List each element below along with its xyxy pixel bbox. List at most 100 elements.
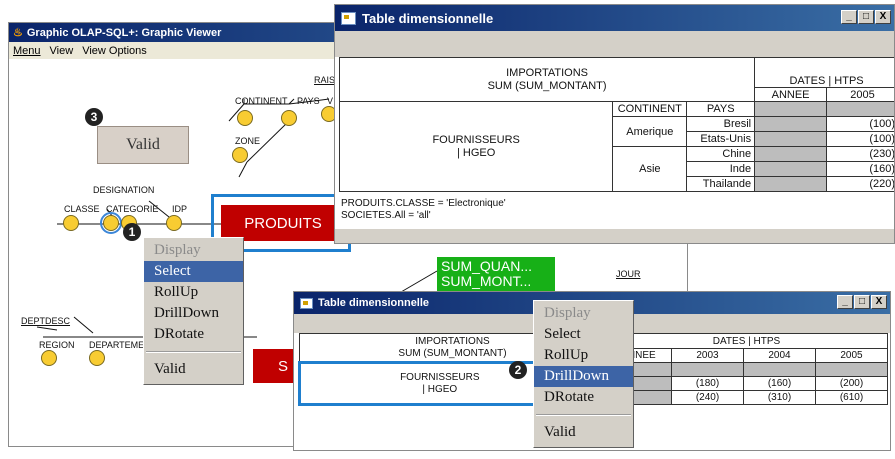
table1-pays-cell: Bresil	[686, 116, 756, 132]
table1-grid: IMPORTATIONS SUM (SUM_MONTANT) DATES | H…	[338, 57, 894, 192]
minimize-button[interactable]: _	[837, 295, 853, 309]
context-menu-1: Display Select RollUp DrillDown DRotate …	[143, 237, 244, 385]
node-classe[interactable]	[63, 215, 79, 231]
table2-value-cell: (180)	[671, 376, 744, 391]
measure-sum-quan: SUM_QUAN...	[441, 258, 533, 274]
label-rais: RAIS	[314, 75, 336, 85]
label-region: REGION	[39, 340, 75, 350]
viewer-valid-box[interactable]: Valid	[97, 126, 189, 164]
step-badge-1: 1	[123, 223, 141, 241]
table1-empty-cell	[754, 131, 828, 147]
table1-toolbar-area	[335, 31, 894, 57]
node-departement[interactable]	[89, 350, 105, 366]
table1-pays-cell: Chine	[686, 146, 756, 162]
table1-value-cell: (100)	[826, 116, 894, 132]
table1-col-level: ANNEE	[754, 87, 828, 102]
label-deptdesc: DEPTDESC	[21, 316, 71, 326]
table2-year-2005: 2005	[815, 348, 888, 363]
menu2-rollup[interactable]: RollUp	[534, 345, 633, 366]
table1-rowhdr-continent: CONTINENT	[612, 101, 688, 117]
fact-produits[interactable]: PRODUITS	[221, 205, 345, 241]
table1-empty-cell	[754, 146, 828, 162]
table1-title: Table dimensionnelle	[362, 10, 494, 26]
maximize-button[interactable]: □	[854, 295, 870, 309]
menu-view[interactable]: View	[50, 45, 74, 57]
table1-title-bar[interactable]: Table dimensionnelle _ □ X	[335, 5, 894, 31]
measure-sum-mont: SUM_MONT...	[441, 273, 532, 289]
table2-year-2003: 2003	[671, 348, 744, 363]
menu2-drilldown[interactable]: DrillDown	[534, 366, 633, 387]
table2-value-cell: (610)	[815, 390, 888, 405]
table1-row-dim-hier: | HGEO	[457, 146, 496, 159]
table1-col-dim: DATES | HTPS	[754, 57, 894, 88]
window-icon	[300, 297, 313, 309]
node-region[interactable]	[41, 350, 57, 366]
maximize-button[interactable]: □	[858, 10, 874, 24]
table1-continent-amerique: Amerique	[612, 116, 688, 147]
table1-window-buttons: _ □ X	[841, 10, 891, 24]
table2-row-dim-name: FOURNISSEURS	[400, 371, 480, 383]
node-categorie-selected[interactable]	[100, 212, 122, 234]
table1-continent-asie: Asie	[612, 146, 688, 192]
table2-empty-cell	[671, 362, 744, 377]
table1-pays-cell: Inde	[686, 161, 756, 177]
table2-row-dim-hier: | HGEO	[422, 383, 458, 395]
label-designation: DESIGNATION	[93, 185, 155, 195]
context-menu-2: Display Select RollUp DrillDown DRotate …	[533, 300, 634, 448]
table2-value-cell: (160)	[743, 376, 816, 391]
table1-empty-cell	[754, 101, 828, 117]
node-idp[interactable]	[166, 215, 182, 231]
table2-year-2004: 2004	[743, 348, 816, 363]
table2-empty-cell	[743, 362, 816, 377]
menu1-select[interactable]: Select	[144, 261, 243, 282]
menu1-valid[interactable]: Valid	[144, 359, 243, 380]
table2-col-dim: DATES | HTPS	[605, 333, 888, 349]
table1-value-cell: (100)	[826, 131, 894, 147]
menu2-display: Display	[544, 305, 591, 321]
table2-fact: IMPORTATIONS	[415, 335, 490, 347]
viewer-title: Graphic OLAP-SQL+: Graphic Viewer	[26, 26, 222, 39]
menu1-drilldown[interactable]: DrillDown	[144, 303, 243, 324]
table1-pays-cell: Thailande	[686, 176, 756, 192]
close-button[interactable]: X	[875, 10, 891, 24]
menu2-select[interactable]: Select	[534, 324, 633, 345]
table2-value-cell: (310)	[743, 390, 816, 405]
minimize-button[interactable]: _	[841, 10, 857, 24]
menu1-separator	[146, 351, 241, 353]
table2-title: Table dimensionnelle	[318, 297, 430, 309]
table-window-1: Table dimensionnelle _ □ X IMPORTATIONS …	[334, 4, 895, 244]
close-button[interactable]: X	[871, 295, 887, 309]
menu1-drotate[interactable]: DRotate	[144, 324, 243, 345]
table1-pays-cell: Etats-Unis	[686, 131, 756, 147]
menu2-valid[interactable]: Valid	[534, 422, 633, 443]
table1-value-cell: (160)	[826, 161, 894, 177]
menu1-rollup[interactable]: RollUp	[144, 282, 243, 303]
label-departement: DEPARTEME	[89, 340, 145, 350]
node-pays[interactable]	[281, 110, 297, 126]
table1-value-cell: (220)	[826, 176, 894, 192]
table1-condition-2: SOCIETES.All = 'all'	[341, 210, 431, 221]
table1-condition-1: PRODUITS.CLASSE = 'Electronique'	[341, 198, 506, 209]
table1-measure: SUM (SUM_MONTANT)	[487, 79, 607, 92]
menu2-drotate[interactable]: DRotate	[534, 387, 633, 408]
table1-fact: IMPORTATIONS	[506, 66, 589, 79]
label-zone: ZONE	[235, 136, 261, 146]
menu-view-options[interactable]: View Options	[82, 45, 147, 57]
table2-measure: SUM (SUM_MONTANT)	[398, 347, 507, 359]
label-v: V	[327, 96, 334, 106]
table1-conditions: PRODUITS.CLASSE = 'Electronique' SOCIETE…	[341, 198, 506, 222]
table1-rowhdr-pays: PAYS	[686, 101, 756, 117]
label-categorie: CATEGORIE	[106, 204, 159, 214]
node-continent[interactable]	[237, 110, 253, 126]
table2-value-cell: (240)	[671, 390, 744, 405]
label-jour: JOUR	[616, 269, 641, 279]
node-zone[interactable]	[232, 147, 248, 163]
table2-value-cell: (200)	[815, 376, 888, 391]
table1-value-cell: (230)	[826, 146, 894, 162]
menu-menu[interactable]: Menu	[13, 45, 41, 57]
java-icon: ♨	[13, 27, 23, 39]
table1-empty-cell	[754, 161, 828, 177]
table1-empty-cell	[754, 176, 828, 192]
menu1-display: Display	[154, 242, 201, 258]
label-classe: CLASSE	[64, 204, 100, 214]
